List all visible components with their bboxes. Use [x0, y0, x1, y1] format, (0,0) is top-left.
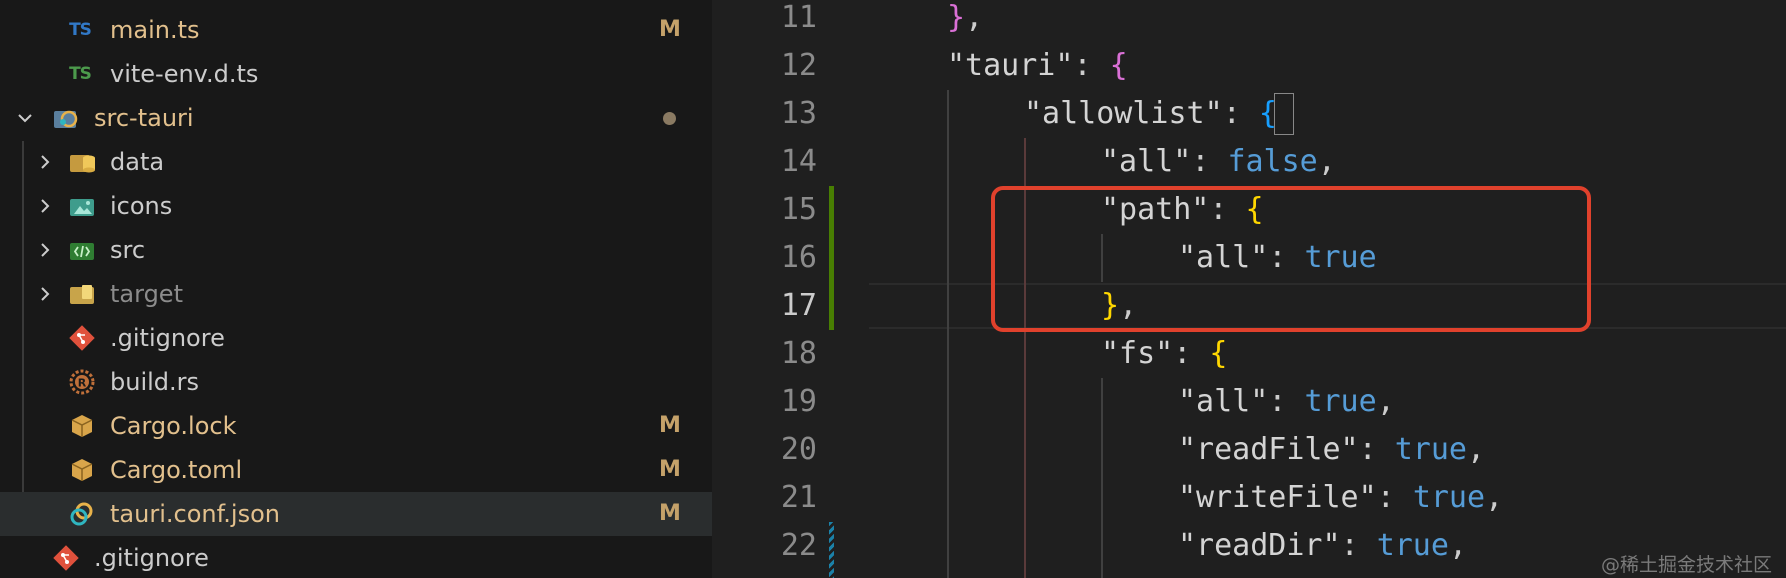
line-number: 19 [780, 384, 817, 419]
code-line-14: "all": false, [1101, 144, 1336, 179]
git-icon [52, 544, 80, 572]
code-line-13: "allowlist": { [1024, 96, 1277, 131]
code-line-18: "fs": { [1101, 336, 1228, 371]
line-number: 15 [780, 192, 817, 227]
tree-item-label: .gitignore [94, 544, 209, 572]
tree-item-cargo-toml[interactable]: Cargo.toml M [0, 448, 712, 492]
tree-item-label: icons [110, 192, 173, 220]
typescript-icon: TS [69, 20, 92, 40]
line-number: 18 [780, 336, 817, 371]
tree-folder-icons[interactable]: icons [0, 184, 712, 228]
line-number: 13 [780, 96, 817, 131]
line-number: 22 [780, 528, 817, 563]
tree-item-label: Cargo.toml [110, 456, 243, 484]
git-status-badge: M [659, 413, 681, 438]
watermark: @稀土掘金技术社区 [1600, 554, 1772, 576]
tree-item-label: build.rs [110, 368, 200, 396]
vscode-window: TS main.ts M TS vite-env.d.ts src-tauri … [0, 0, 1786, 578]
source-folder-icon [68, 236, 96, 264]
line-number: 16 [780, 240, 817, 275]
tree-item-label: main.ts [110, 16, 200, 44]
line-number: 20 [780, 432, 817, 467]
line-number-active: 17 [780, 288, 817, 323]
gutter-modified-indicator [829, 522, 834, 578]
indent-guide [947, 90, 949, 578]
tree-item-label: src-tauri [94, 104, 194, 132]
tauri-icon [68, 500, 96, 528]
database-folder-icon [68, 148, 96, 176]
rust-icon: R [68, 368, 96, 396]
chevron-right-icon [41, 199, 50, 213]
line-number: 14 [780, 144, 817, 179]
chevron-right-icon [41, 155, 50, 169]
git-status-badge: M [659, 501, 681, 526]
modified-dot-icon [663, 112, 676, 125]
code-line-22: "readDir": true, [1178, 528, 1467, 563]
chevron-down-icon [18, 114, 32, 123]
tree-item-main-ts[interactable]: TS main.ts M [0, 8, 712, 52]
tree-item-label: data [110, 148, 165, 176]
file-explorer: TS main.ts M TS vite-env.d.ts src-tauri … [0, 0, 712, 578]
indent-guide [1101, 378, 1103, 578]
tree-item-label: vite-env.d.ts [110, 60, 259, 88]
git-icon [68, 324, 96, 352]
bracket-match-highlight [1274, 93, 1294, 135]
tauri-folder-icon [52, 104, 80, 132]
annotation-highlight-box [991, 186, 1591, 332]
gutter-added-indicator [829, 186, 834, 330]
code-line-11: }, [947, 0, 984, 35]
git-status-badge: M [659, 457, 681, 482]
code-line-19: "all": true, [1178, 384, 1395, 419]
svg-text:R: R [78, 377, 87, 390]
target-folder-icon [68, 280, 96, 308]
git-status-badge: M [659, 17, 681, 42]
tree-folder-data[interactable]: data [0, 140, 712, 184]
tree-item-build-rs[interactable]: R build.rs [0, 360, 712, 404]
tree-item-label: Cargo.lock [110, 412, 237, 440]
tree-item-cargo-lock[interactable]: Cargo.lock M [0, 404, 712, 448]
line-number: 21 [780, 480, 817, 515]
tree-item-label: .gitignore [110, 324, 225, 352]
line-number: 11 [780, 0, 817, 35]
tree-folder-target[interactable]: target [0, 272, 712, 316]
chevron-right-icon [41, 287, 50, 301]
tree-folder-src-tauri[interactable]: src-tauri [0, 96, 712, 140]
typescript-icon: TS [69, 64, 92, 84]
tree-folder-src[interactable]: src [0, 228, 712, 272]
tree-item-label: tauri.conf.json [110, 500, 280, 528]
cargo-icon [68, 456, 96, 484]
cargo-icon [68, 412, 96, 440]
code-line-12: "tauri": { [947, 48, 1128, 83]
code-line-20: "readFile": true, [1178, 432, 1486, 467]
tree-item-gitignore[interactable]: .gitignore [0, 316, 712, 360]
tree-item-gitignore-root[interactable]: .gitignore [0, 536, 712, 578]
code-line-21: "writeFile": true, [1178, 480, 1504, 515]
tree-item-label: src [110, 236, 146, 264]
tree-item-label: target [110, 280, 183, 308]
image-folder-icon [68, 192, 96, 220]
chevron-right-icon [41, 243, 50, 257]
tree-item-vite-env[interactable]: TS vite-env.d.ts [0, 52, 712, 96]
code-editor[interactable]: 11 12 13 14 15 16 17 18 19 20 21 22 }, "… [712, 0, 1786, 578]
line-number: 12 [780, 48, 817, 83]
tree-item-tauri-conf-json[interactable]: tauri.conf.json M [0, 492, 712, 536]
